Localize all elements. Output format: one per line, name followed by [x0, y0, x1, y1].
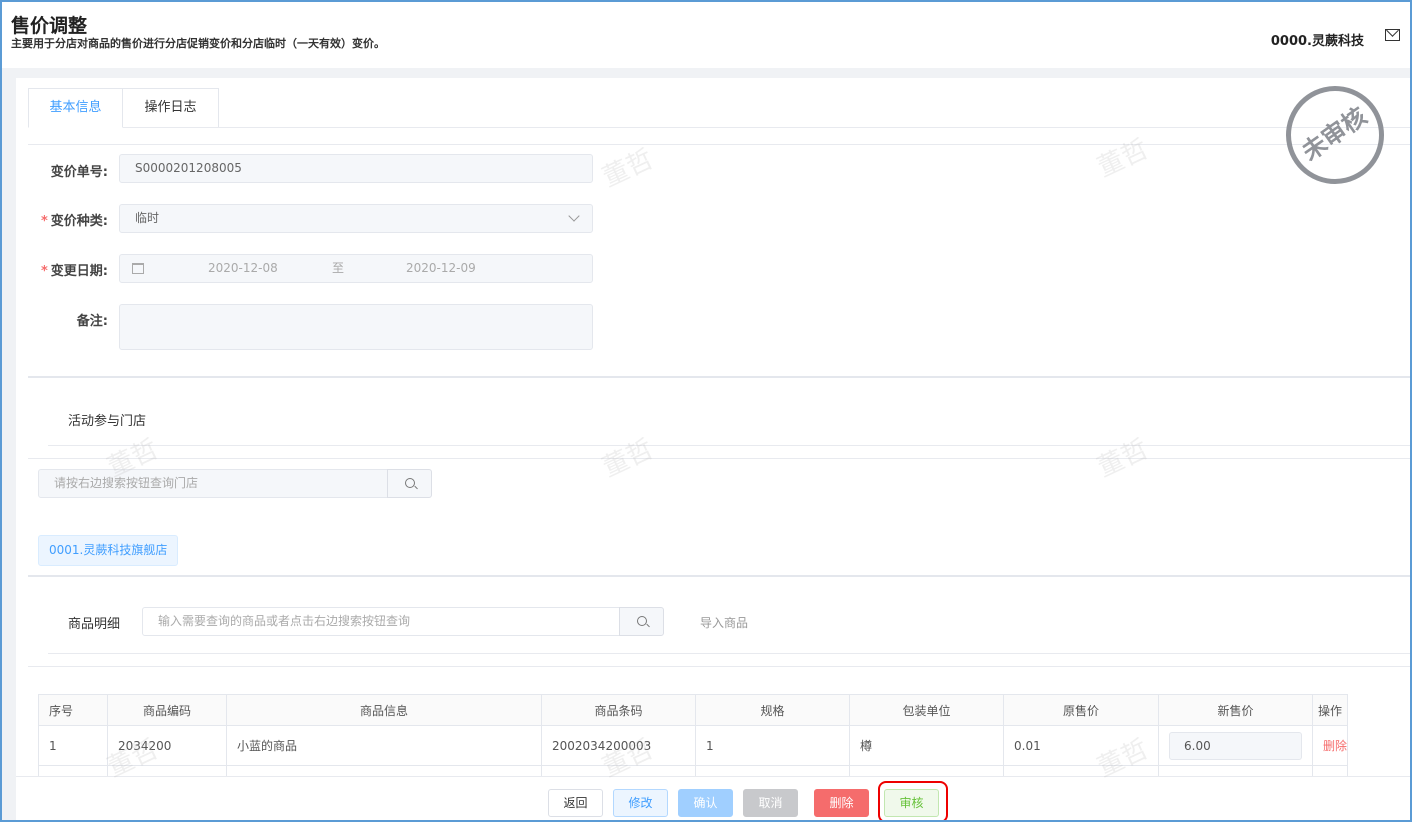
remark-label: 备注: [76, 314, 108, 329]
calendar-icon [132, 263, 144, 274]
store-tag[interactable]: 0001.灵蕨科技旗舰店 [38, 535, 179, 566]
watermark: 董哲 [598, 434, 658, 484]
page-subtitle: 主要用于分店对商品的售价进行分店促销变价和分店临时（一天有效）变价。 [11, 37, 385, 50]
date-range-picker[interactable]: 2020-12-08 至 2020-12-09 [119, 254, 593, 283]
order-no-label: 变价单号: [50, 165, 108, 180]
audit-stamp: 未审核 [1266, 66, 1404, 204]
table-row: 1 2034200 小蓝的商品 2002034200003 1 樽 0.01 6… [38, 725, 1349, 766]
confirm-button[interactable]: 确认 [678, 789, 733, 817]
date-separator: 至 [332, 261, 345, 275]
new-price-input[interactable]: 6.00 [1169, 731, 1302, 760]
watermark: 董哲 [1093, 434, 1153, 484]
store-search-button[interactable] [387, 469, 432, 498]
type-label: * 变价种类: [40, 214, 108, 229]
watermark: 董哲 [1093, 134, 1153, 184]
product-search-input[interactable]: 输入需要查询的商品或者点击右边搜索按钮查询 [142, 607, 620, 636]
remark-textarea[interactable] [119, 304, 593, 350]
edit-button[interactable]: 修改 [613, 789, 668, 817]
watermark: 董哲 [598, 144, 658, 194]
row-delete-link[interactable]: 删除 [1311, 725, 1349, 766]
back-button[interactable]: 返回 [548, 789, 603, 817]
delete-button[interactable]: 删除 [814, 789, 869, 817]
date-start[interactable]: 2020-12-08 [208, 255, 278, 282]
chevron-down-icon [568, 210, 580, 222]
product-search-button[interactable] [619, 607, 664, 636]
import-products-link[interactable]: 导入商品 [700, 614, 748, 631]
type-select[interactable]: 临时 [119, 204, 593, 233]
stores-title: 活动参与门店 [68, 414, 147, 429]
tab-operation-log[interactable]: 操作日志 [122, 88, 219, 128]
store-search-input[interactable]: 请按右边搜索按钮查询门店 [38, 469, 388, 498]
page-header: 售价调整 主要用于分店对商品的售价进行分店促销变价和分店临时（一天有效）变价。 … [2, 2, 1410, 68]
order-no-field[interactable]: S0000201208005 [119, 154, 593, 183]
date-end[interactable]: 2020-12-09 [406, 255, 476, 282]
mail-icon[interactable] [1385, 29, 1400, 41]
company-name[interactable]: 0000.灵蕨科技 [1271, 30, 1364, 49]
main-card: 基本信息 操作日志 未审核 变价单号: S0000201208005 * 变价种类… [16, 66, 1410, 820]
audit-button[interactable]: 审核 [884, 789, 939, 817]
app-window: 售价调整 主要用于分店对商品的售价进行分店促销变价和分店临时（一天有效）变价。 … [2, 2, 1410, 820]
page-title: 售价调整 [11, 15, 88, 37]
cancel-button[interactable]: 取消 [743, 789, 798, 817]
products-title: 商品明细 [68, 617, 121, 632]
tab-basic-info[interactable]: 基本信息 [28, 88, 123, 128]
table-header: 序号 商品编码 商品信息 商品条码 规格 包装单位 原售价 新售价 操作 [38, 694, 1349, 726]
date-label: * 变更日期: [40, 264, 108, 279]
